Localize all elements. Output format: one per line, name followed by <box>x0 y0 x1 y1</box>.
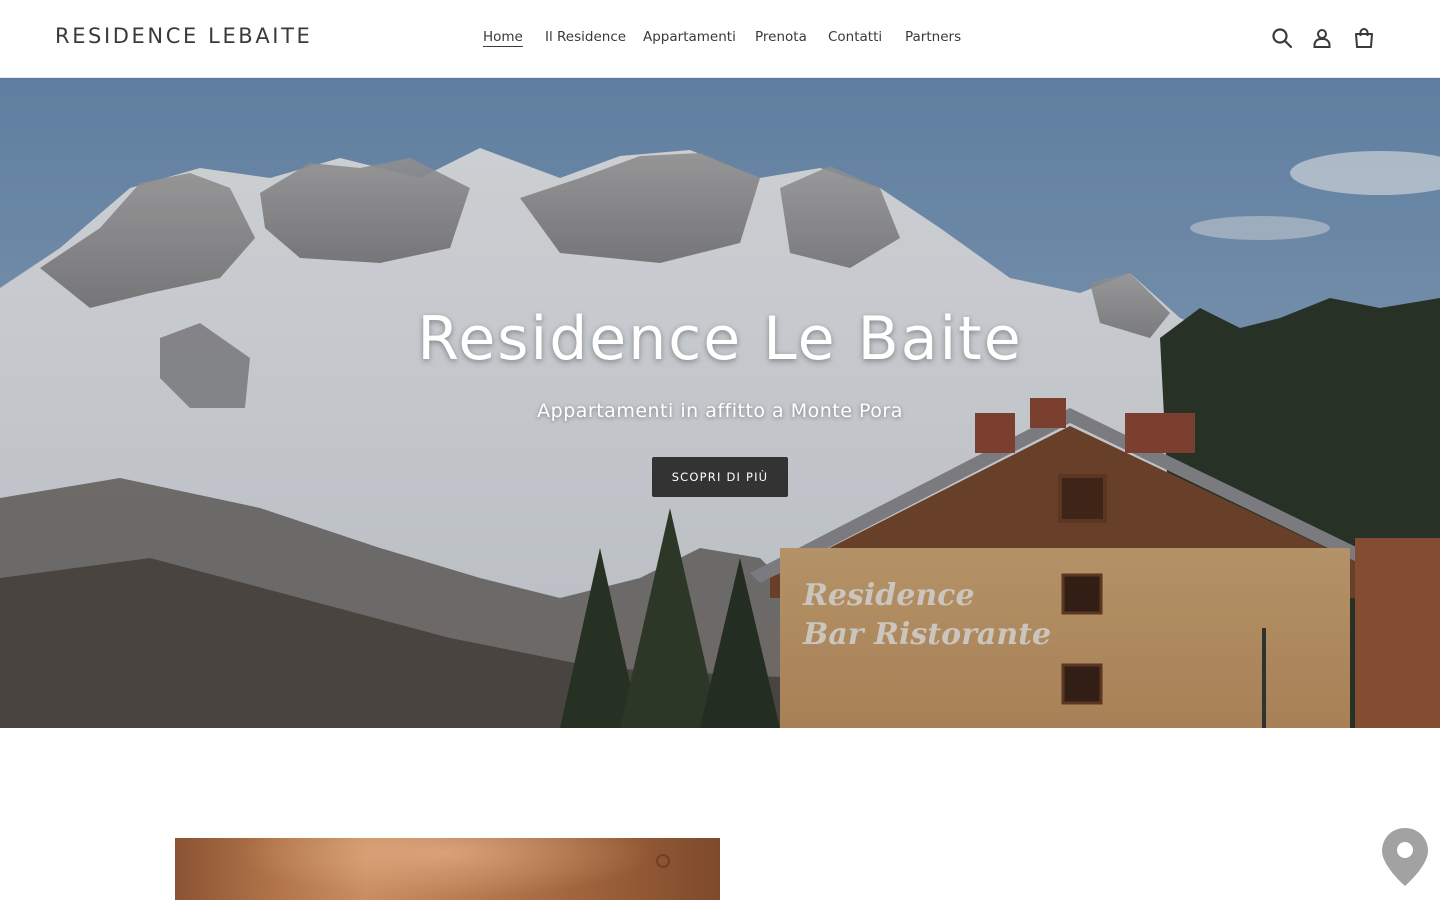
hero-title: Residence Le Baite <box>417 304 1023 374</box>
header-icons <box>0 26 1440 52</box>
feature-image <box>175 838 720 900</box>
search-icon[interactable] <box>1270 26 1294 52</box>
site-header: RESIDENCE LEBAITE Home Il Residence Appa… <box>0 0 1440 78</box>
feature-image-detail <box>656 854 670 868</box>
hero-banner: Residence Bar Ristorante Residence Le Ba… <box>0 78 1440 728</box>
discover-more-button[interactable]: SCOPRI DI PIÙ <box>652 457 788 497</box>
feature-image-highlight <box>235 838 655 898</box>
account-icon[interactable] <box>1310 26 1334 52</box>
cart-icon[interactable] <box>1352 26 1376 52</box>
map-pin-icon[interactable] <box>1380 826 1430 888</box>
hero-subtitle: Appartamenti in affitto a Monte Pora <box>537 400 903 422</box>
